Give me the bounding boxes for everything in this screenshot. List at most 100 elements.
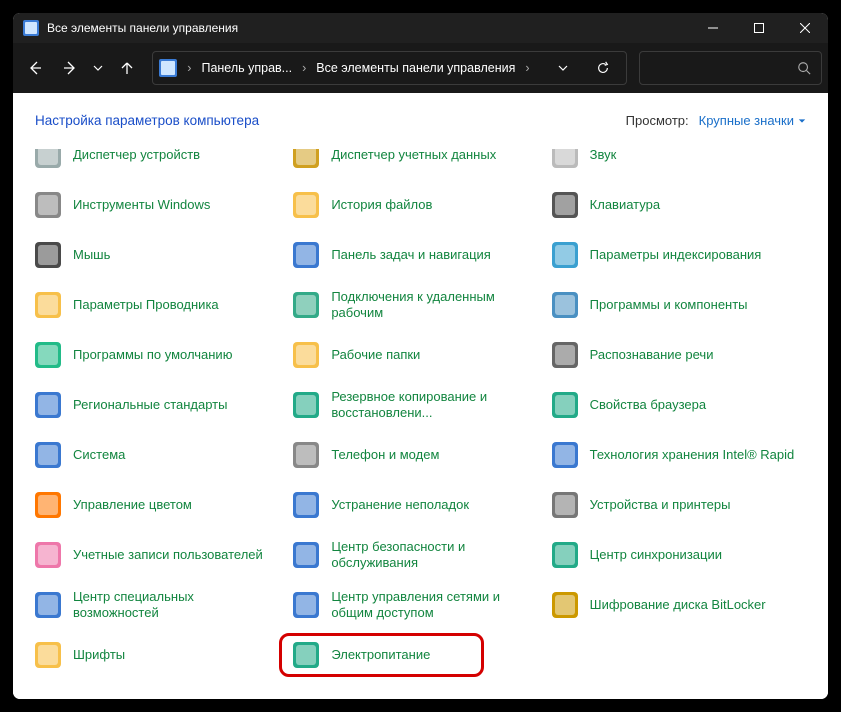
control-panel-item[interactable]: Центр синхронизации <box>544 531 802 579</box>
control-panel-item[interactable]: Свойства браузера <box>544 381 802 429</box>
control-panel-item[interactable]: Панель задач и навигация <box>285 231 543 279</box>
control-panel-item-label: Панель задач и навигация <box>331 247 491 263</box>
control-panel-item-icon <box>31 288 65 322</box>
breadcrumb[interactable]: Панель управ... <box>201 61 292 75</box>
control-panel-item-label: Электропитание <box>331 647 430 663</box>
control-panel-item-label: Свойства браузера <box>590 397 706 413</box>
control-panel-item-icon <box>31 338 65 372</box>
control-panel-item[interactable]: Инструменты Windows <box>27 181 285 229</box>
control-panel-item-label: Программы и компоненты <box>590 297 748 313</box>
control-panel-item[interactable]: Клавиатура <box>544 181 802 229</box>
control-panel-item-label: Центр управления сетями и общим доступом <box>331 589 539 621</box>
control-panel-item-icon <box>289 638 323 672</box>
address-bar[interactable]: › Панель управ... › Все элементы панели … <box>152 51 626 85</box>
control-panel-item-icon <box>548 149 582 172</box>
control-panel-item-icon <box>289 149 323 172</box>
close-button[interactable] <box>782 13 828 43</box>
control-panel-item[interactable]: Распознавание речи <box>544 331 802 379</box>
control-panel-item[interactable]: Устранение неполадок <box>285 481 543 529</box>
control-panel-item[interactable]: Телефон и модем <box>285 431 543 479</box>
back-button[interactable] <box>19 51 50 85</box>
search-icon <box>797 61 811 75</box>
control-panel-item[interactable]: Подключения к удаленным рабочим <box>285 281 543 329</box>
control-panel-item-label: Технология хранения Intel® Rapid <box>590 447 795 463</box>
control-panel-item[interactable]: Диспетчер устройств <box>27 149 285 179</box>
control-panel-item-icon <box>289 388 323 422</box>
control-panel-item-label: Управление цветом <box>73 497 192 513</box>
page-heading: Настройка параметров компьютера <box>35 113 259 128</box>
control-panel-item[interactable]: Параметры индексирования <box>544 231 802 279</box>
control-panel-app-icon <box>23 20 39 36</box>
forward-button[interactable] <box>54 51 85 85</box>
control-panel-item-icon <box>31 588 65 622</box>
control-panel-item[interactable]: Программы и компоненты <box>544 281 802 329</box>
control-panel-item-icon <box>31 149 65 172</box>
control-panel-item-icon <box>31 188 65 222</box>
control-panel-item[interactable]: Центр безопасности и обслуживания <box>285 531 543 579</box>
control-panel-item-label: Учетные записи пользователей <box>73 547 263 563</box>
control-panel-item-label: Телефон и модем <box>331 447 439 463</box>
control-panel-item-label: Шрифты <box>73 647 125 663</box>
control-panel-item-icon <box>548 188 582 222</box>
control-panel-item[interactable]: Центр управления сетями и общим доступом <box>285 581 543 629</box>
content-area: Настройка параметров компьютера Просмотр… <box>13 93 828 699</box>
control-panel-item-icon <box>31 238 65 272</box>
control-panel-item-label: Система <box>73 447 125 463</box>
control-panel-item[interactable]: История файлов <box>285 181 543 229</box>
control-panel-item-icon <box>548 488 582 522</box>
control-panel-item-icon <box>548 588 582 622</box>
refresh-button[interactable] <box>586 61 620 75</box>
control-panel-item-label: Параметры Проводника <box>73 297 219 313</box>
control-panel-item-icon <box>289 538 323 572</box>
control-panel-item-icon <box>31 388 65 422</box>
control-panel-item-icon <box>31 638 65 672</box>
control-panel-item-icon <box>548 438 582 472</box>
control-panel-item-label: Рабочие папки <box>331 347 420 363</box>
control-panel-item[interactable]: Учетные записи пользователей <box>27 531 285 579</box>
view-dropdown[interactable]: Крупные значки <box>699 113 806 128</box>
control-panel-item-label: Центр безопасности и обслуживания <box>331 539 539 571</box>
control-panel-grid: Диспетчер устройств Диспетчер учетных да… <box>13 149 828 679</box>
control-panel-item[interactable]: Программы по умолчанию <box>27 331 285 379</box>
control-panel-item-icon <box>548 238 582 272</box>
control-panel-item-label: История файлов <box>331 197 432 213</box>
control-panel-item[interactable]: Центр специальных возможностей <box>27 581 285 629</box>
control-panel-item[interactable]: Мышь <box>27 231 285 279</box>
address-dropdown[interactable] <box>546 63 580 73</box>
control-panel-item[interactable]: Диспетчер учетных данных <box>285 149 543 179</box>
control-panel-item-icon <box>31 488 65 522</box>
minimize-button[interactable] <box>690 13 736 43</box>
control-panel-item-icon <box>31 438 65 472</box>
window-title: Все элементы панели управления <box>47 21 690 35</box>
search-box[interactable] <box>639 51 822 85</box>
control-panel-item[interactable]: Резервное копирование и восстановлени... <box>285 381 543 429</box>
control-panel-item[interactable]: Параметры Проводника <box>27 281 285 329</box>
control-panel-item-icon <box>548 538 582 572</box>
control-panel-item[interactable]: Рабочие папки <box>285 331 543 379</box>
control-panel-item[interactable]: Управление цветом <box>27 481 285 529</box>
control-panel-item-label: Региональные стандарты <box>73 397 227 413</box>
control-panel-item-label: Параметры индексирования <box>590 247 762 263</box>
control-panel-item-icon <box>548 388 582 422</box>
breadcrumb[interactable]: Все элементы панели управления <box>316 61 515 75</box>
control-panel-item-label: Диспетчер устройств <box>73 149 200 163</box>
control-panel-item[interactable]: Шифрование диска BitLocker <box>544 581 802 629</box>
control-panel-item-label: Звук <box>590 149 617 163</box>
control-panel-item[interactable]: Устройства и принтеры <box>544 481 802 529</box>
maximize-button[interactable] <box>736 13 782 43</box>
control-panel-item[interactable]: Электропитание <box>285 631 543 679</box>
control-panel-item-label: Устранение неполадок <box>331 497 469 513</box>
control-panel-item-label: Устройства и принтеры <box>590 497 731 513</box>
control-panel-window: Все элементы панели управления <box>12 12 829 700</box>
control-panel-item[interactable]: Шрифты <box>27 631 285 679</box>
control-panel-item-label: Подключения к удаленным рабочим <box>331 289 539 321</box>
control-panel-item-label: Программы по умолчанию <box>73 347 232 363</box>
control-panel-item[interactable]: Звук <box>544 149 802 179</box>
titlebar: Все элементы панели управления <box>13 13 828 43</box>
up-button[interactable] <box>111 51 142 85</box>
control-panel-item-icon <box>289 438 323 472</box>
control-panel-item[interactable]: Региональные стандарты <box>27 381 285 429</box>
control-panel-item[interactable]: Технология хранения Intel® Rapid <box>544 431 802 479</box>
control-panel-item[interactable]: Система <box>27 431 285 479</box>
history-dropdown[interactable] <box>89 51 107 85</box>
